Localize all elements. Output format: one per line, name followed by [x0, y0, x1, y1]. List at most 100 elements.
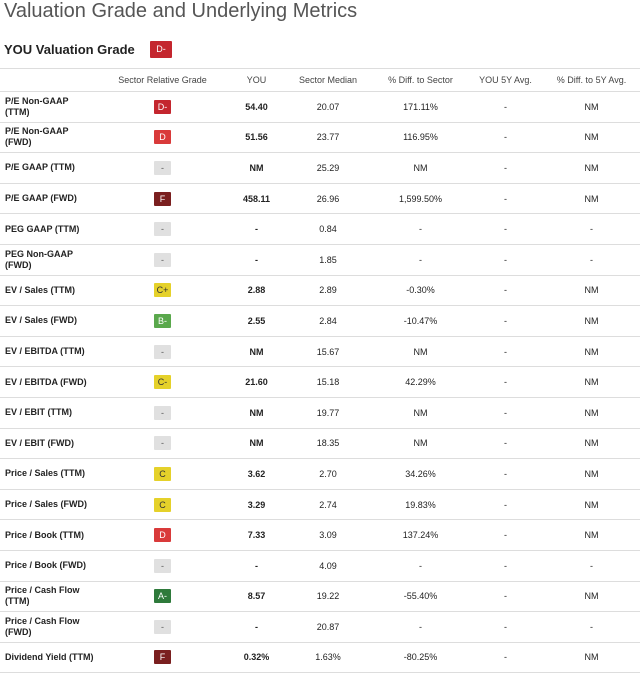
- sector-median: 2.89: [283, 275, 373, 307]
- you-value: -: [230, 244, 283, 276]
- sector-grade-cell: -: [95, 336, 230, 368]
- table-row: Price / Sales (FWD) C 3.29 2.74 19.83% - NM: [0, 489, 640, 521]
- you-5y-avg: -: [468, 581, 543, 613]
- you-5y-avg: -: [468, 152, 543, 184]
- diff-to-5y-avg: NM: [543, 275, 640, 307]
- table-row: Price / Cash Flow (FWD) - -20.87- - -: [0, 611, 640, 643]
- diff-to-5y-avg: -: [543, 244, 640, 276]
- diff-to-sector: -: [373, 244, 468, 276]
- metric-name: Price / Sales (TTM): [0, 458, 95, 490]
- grade-badge: -: [154, 252, 171, 267]
- you-5y-avg: -: [468, 642, 543, 673]
- you-value: 3.62: [230, 458, 283, 490]
- table-row: EV / Sales (FWD) B- 2.55 2.84 -10.47% - NM: [0, 305, 640, 337]
- table-row: P/E GAAP (FWD) F 458.11 26.96 1,599.50% - NM: [0, 183, 640, 215]
- you-value: NM: [230, 428, 283, 460]
- diff-to-sector: 1,599.50%: [373, 183, 468, 215]
- sector-grade-cell: A-: [95, 581, 230, 613]
- diff-to-5y-avg: NM: [543, 366, 640, 398]
- you-5y-avg: -: [468, 611, 543, 643]
- sector-grade-cell: F: [95, 642, 230, 673]
- valuation-grade-badge: D-: [150, 40, 172, 58]
- metric-name: EV / EBIT (TTM): [0, 397, 95, 429]
- table-row: PEG GAAP (TTM) - -0.84- - -: [0, 213, 640, 245]
- you-value: 54.40: [230, 91, 283, 123]
- you-5y-avg: -: [468, 397, 543, 429]
- metric-name: PEG GAAP (TTM): [0, 213, 95, 245]
- you-5y-avg: -: [468, 366, 543, 398]
- grade-badge: D: [154, 528, 171, 543]
- grade-badge: C: [154, 466, 171, 481]
- table-row: Price / Book (FWD) - -4.09- - -: [0, 550, 640, 582]
- sector-grade-cell: B-: [95, 305, 230, 337]
- col-header-sector-grade: Sector Relative Grade: [95, 68, 230, 92]
- table-row: EV / EBITDA (FWD) C- 21.60 15.18 42.29% - NM: [0, 366, 640, 398]
- sector-grade-cell: C: [95, 489, 230, 521]
- diff-to-5y-avg: -: [543, 550, 640, 582]
- table-row: P/E Non-GAAP (FWD) D 51.56 23.77 116.95% - NM: [0, 122, 640, 154]
- you-value: 7.33: [230, 519, 283, 551]
- metric-name: EV / Sales (TTM): [0, 275, 95, 307]
- table-row: PEG Non-GAAP (FWD) - -1.85- - -: [0, 244, 640, 276]
- metric-name: EV / Sales (FWD): [0, 305, 95, 337]
- sector-grade-cell: -: [95, 152, 230, 184]
- you-5y-avg: -: [468, 489, 543, 521]
- metric-name: P/E Non-GAAP (TTM): [0, 91, 95, 123]
- diff-to-sector: 42.29%: [373, 366, 468, 398]
- col-header-sector-median: Sector Median: [283, 68, 373, 92]
- table-row: EV / EBITDA (TTM) - NM 15.67 NM - NM: [0, 336, 640, 368]
- diff-to-5y-avg: NM: [543, 428, 640, 460]
- you-5y-avg: -: [468, 519, 543, 551]
- grade-badge: -: [154, 619, 171, 634]
- sector-grade-cell: -: [95, 428, 230, 460]
- col-header-diff-sector: % Diff. to Sector: [373, 68, 468, 92]
- grade-badge: -: [154, 436, 171, 451]
- diff-to-5y-avg: NM: [543, 91, 640, 123]
- you-value: 51.56: [230, 122, 283, 154]
- grade-badge: C+: [154, 283, 171, 298]
- sector-grade-cell: -: [95, 244, 230, 276]
- diff-to-sector: 171.11%: [373, 91, 468, 123]
- metrics-table: Sector Relative Grade YOU Sector Median …: [0, 68, 640, 673]
- diff-to-5y-avg: NM: [543, 458, 640, 490]
- you-value: NM: [230, 152, 283, 184]
- sector-median: 18.35: [283, 428, 373, 460]
- table-row: P/E GAAP (TTM) - NM 25.29 NM - NM: [0, 152, 640, 184]
- diff-to-5y-avg: NM: [543, 489, 640, 521]
- table-row: Dividend Yield (TTM) F 0.32% 1.63% -80.25% - N…: [0, 642, 640, 673]
- sector-median: 2.70: [283, 458, 373, 490]
- diff-to-sector: -: [373, 213, 468, 245]
- sector-median: 2.84: [283, 305, 373, 337]
- diff-to-5y-avg: NM: [543, 152, 640, 184]
- sector-median: 15.18: [283, 366, 373, 398]
- metric-name: EV / EBITDA (FWD): [0, 366, 95, 398]
- you-value: 21.60: [230, 366, 283, 398]
- sector-median: 3.09: [283, 519, 373, 551]
- metric-name: Price / Book (FWD): [0, 550, 95, 582]
- sector-grade-cell: -: [95, 397, 230, 429]
- you-5y-avg: -: [468, 122, 543, 154]
- grade-badge: -: [154, 344, 171, 359]
- metric-name: EV / EBIT (FWD): [0, 428, 95, 460]
- sector-grade-cell: -: [95, 213, 230, 245]
- sector-median: 1.85: [283, 244, 373, 276]
- sector-grade-cell: D-: [95, 91, 230, 123]
- table-row: Price / Sales (TTM) C 3.62 2.70 34.26% - NM: [0, 458, 640, 490]
- diff-to-5y-avg: -: [543, 213, 640, 245]
- diff-to-5y-avg: NM: [543, 122, 640, 154]
- table-row: Price / Book (TTM) D 7.33 3.09 137.24% - NM: [0, 519, 640, 551]
- you-5y-avg: -: [468, 183, 543, 215]
- diff-to-sector: 137.24%: [373, 519, 468, 551]
- you-value: 3.29: [230, 489, 283, 521]
- metric-name: EV / EBITDA (TTM): [0, 336, 95, 368]
- table-row: EV / EBIT (TTM) - NM 19.77 NM - NM: [0, 397, 640, 429]
- grade-badge: F: [154, 650, 171, 665]
- grade-badge: D: [154, 130, 171, 145]
- you-value: -: [230, 213, 283, 245]
- metric-name: P/E Non-GAAP (FWD): [0, 122, 95, 154]
- metric-name: Price / Book (TTM): [0, 519, 95, 551]
- sector-grade-cell: C-: [95, 366, 230, 398]
- metric-name: Dividend Yield (TTM): [0, 642, 95, 673]
- diff-to-sector: 34.26%: [373, 458, 468, 490]
- you-5y-avg: -: [468, 213, 543, 245]
